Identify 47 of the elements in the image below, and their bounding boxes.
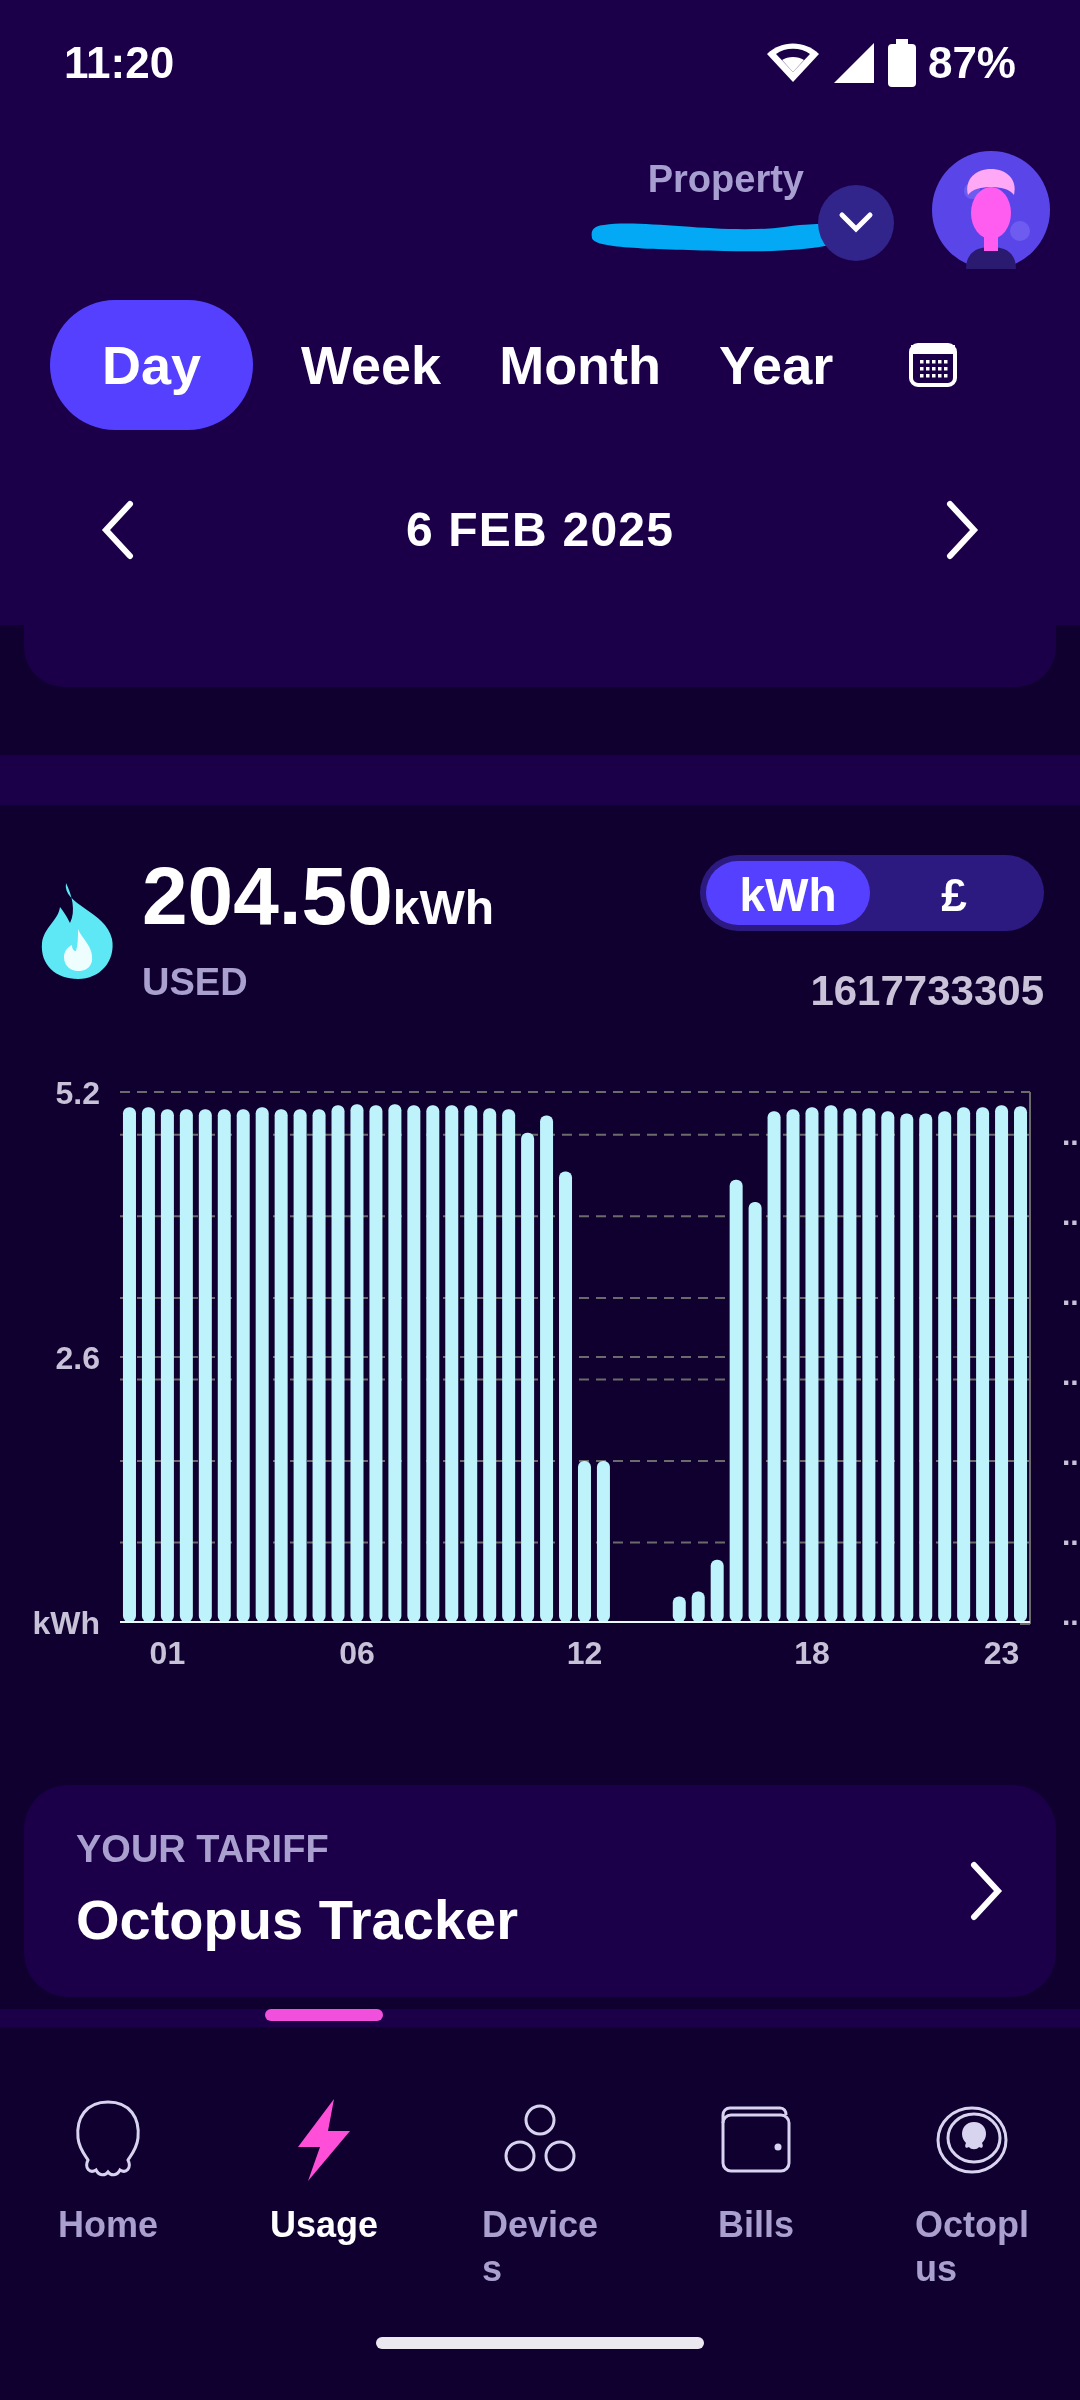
nav-item[interactable]: Usage — [216, 2097, 432, 2337]
calendar-icon[interactable] — [909, 343, 958, 387]
usage-bar — [672, 1596, 686, 1622]
y-tick-label: 2.6 — [55, 1340, 100, 1376]
unit-option[interactable]: kWh — [706, 861, 870, 925]
right-tick-label: .. — [1062, 1517, 1079, 1551]
nav-item[interactable]: Bills — [648, 2097, 864, 2337]
period-tab[interactable]: Month — [489, 300, 672, 430]
x-tick-label: 23 — [983, 1635, 1020, 1671]
period-tab[interactable]: Year — [709, 300, 844, 430]
meter-number: 1617733305 — [810, 966, 1044, 1016]
right-tick-label: .. — [1062, 1197, 1079, 1231]
battery-icon — [887, 38, 916, 87]
tariff-card[interactable]: YOUR TARIFF Octopus Tracker — [24, 1785, 1056, 1997]
nav-item[interactable]: Octopl us — [864, 2097, 1080, 2337]
nav-item[interactable]: Home — [0, 2097, 216, 2337]
chevron-down-icon — [838, 211, 874, 235]
battery-percent: 87% — [927, 36, 1016, 89]
status-time: 11:20 — [64, 36, 175, 89]
chevron-right-icon — [970, 1861, 1004, 1921]
x-tick-label: 12 — [566, 1635, 603, 1671]
y-axis-label: kWh — [32, 1605, 100, 1641]
unit-option[interactable]: £ — [870, 861, 1038, 925]
used-caption: USED — [142, 960, 249, 1005]
wallet-icon — [720, 2105, 792, 2175]
x-tick-label: 01 — [149, 1635, 186, 1671]
x-tick-label: 18 — [794, 1635, 830, 1671]
y-tick-label: 5.2 — [55, 1075, 100, 1111]
right-tick-label: .. — [1062, 1277, 1079, 1311]
period-tab[interactable]: Day — [50, 300, 254, 430]
tariff-label: YOUR TARIFF — [76, 1826, 330, 1872]
avatar[interactable] — [932, 151, 1050, 269]
usage-value: 204.50 — [142, 855, 393, 937]
period-tab[interactable]: Week — [291, 300, 452, 430]
usage-bar — [691, 1591, 705, 1622]
right-tick-label: .. — [1062, 1437, 1079, 1471]
wifi-icon — [765, 41, 820, 84]
tariff-name: Octopus Tracker — [76, 1886, 518, 1953]
date-label: 6 FEB 2025 — [405, 502, 675, 558]
right-tick-label: .. — [1062, 1117, 1079, 1151]
usage-bar — [710, 1559, 724, 1622]
nav-item[interactable]: Device s — [432, 2097, 648, 2337]
x-tick-label: 06 — [339, 1635, 375, 1671]
right-tick-label: .. — [1062, 1597, 1079, 1631]
usage-unit: kWh — [392, 880, 495, 936]
property-label: Property — [647, 157, 804, 202]
right-tick-label: .. — [1062, 1357, 1079, 1391]
